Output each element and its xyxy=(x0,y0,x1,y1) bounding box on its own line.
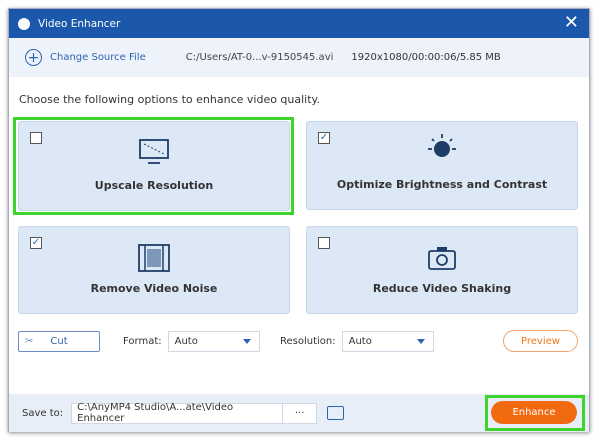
option-label: Upscale Resolution xyxy=(94,179,214,192)
video-enhancer-window: Video Enhancer ✕ + Change Source File C:… xyxy=(8,8,590,432)
scissors-icon: ✂ xyxy=(25,336,34,347)
resolution-value: Auto xyxy=(348,336,372,347)
window-title: Video Enhancer xyxy=(38,17,121,30)
monitor-icon xyxy=(139,139,169,164)
cut-label: Cut xyxy=(50,336,68,347)
checkbox-brightness[interactable]: ✓ xyxy=(318,132,330,144)
format-value: Auto xyxy=(174,336,198,347)
prompt-text: Choose the following options to enhance … xyxy=(19,93,320,106)
option-label: Optimize Brightness and Contrast xyxy=(336,178,548,191)
checkbox-shaking[interactable] xyxy=(318,237,330,249)
palette-icon xyxy=(18,17,30,30)
shaking-camera-icon xyxy=(428,247,456,270)
save-to-label: Save to: xyxy=(22,407,64,419)
folder-icon[interactable] xyxy=(327,406,345,420)
source-meta: 1920x1080/00:00:06/5.85 MB xyxy=(351,52,501,63)
brightness-icon xyxy=(428,134,456,157)
change-source-link[interactable]: Change Source File xyxy=(50,52,146,63)
option-optimize-brightness[interactable]: ✓ Optimize Brightness and Contrast xyxy=(306,121,578,210)
source-bar: + Change Source File C:/Users/AT-0...v-9… xyxy=(9,38,589,77)
cut-button[interactable]: ✂ Cut xyxy=(18,331,100,352)
resolution-group: Resolution: Auto xyxy=(280,331,434,352)
format-label: Format: xyxy=(123,336,162,347)
enhance-button[interactable]: Enhance xyxy=(491,401,577,424)
film-icon xyxy=(138,244,170,272)
checkbox-noise[interactable]: ✓ xyxy=(30,237,42,249)
option-reduce-shaking[interactable]: Reduce Video Shaking xyxy=(306,226,578,314)
option-remove-noise[interactable]: ✓ Remove Video Noise xyxy=(18,226,290,314)
preview-button[interactable]: Preview xyxy=(503,330,578,352)
checkbox-upscale[interactable] xyxy=(30,132,42,144)
source-path: C:/Users/AT-0...v-9150545.avi xyxy=(185,52,334,63)
title-bar: Video Enhancer ✕ xyxy=(9,9,589,38)
close-icon[interactable]: ✕ xyxy=(564,14,579,32)
resolution-label: Resolution: xyxy=(280,336,336,347)
option-upscale-resolution[interactable]: Upscale Resolution xyxy=(18,121,290,211)
format-select[interactable]: Auto xyxy=(167,331,260,352)
chevron-down-icon xyxy=(416,339,425,344)
option-label: Remove Video Noise xyxy=(90,282,218,295)
option-label: Reduce Video Shaking xyxy=(372,282,512,295)
save-path-field[interactable]: C:\AnyMP4 Studio\A...ate\Video Enhancer xyxy=(71,402,284,424)
format-group: Format: Auto xyxy=(123,331,260,352)
resolution-select[interactable]: Auto xyxy=(341,331,434,352)
chevron-down-icon xyxy=(242,339,251,344)
plus-icon[interactable]: + xyxy=(25,49,42,66)
browse-button[interactable]: ··· xyxy=(283,402,318,424)
